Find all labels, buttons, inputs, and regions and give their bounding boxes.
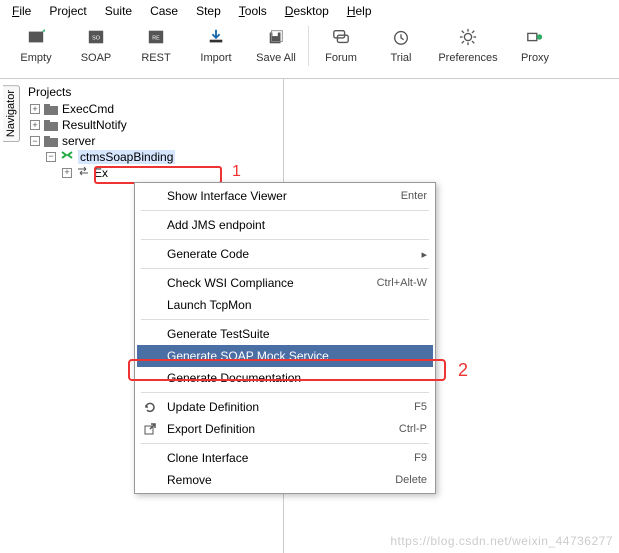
toolbar-label: Preferences: [438, 52, 497, 64]
menu-project[interactable]: Project: [41, 2, 94, 20]
submenu-arrow-icon: ▸: [421, 248, 427, 261]
ctx-generate-docs[interactable]: Generate Documentation: [137, 367, 433, 389]
tree-item-server[interactable]: − server − ctmsSoapBinding: [30, 133, 279, 183]
folder-icon: [44, 120, 58, 131]
toolbar-empty-button[interactable]: Empty: [6, 24, 66, 72]
ctx-generate-code[interactable]: Generate Code ▸: [137, 243, 433, 265]
export-icon: [141, 422, 159, 436]
svg-text:SO: SO: [92, 36, 100, 42]
menu-help[interactable]: Help: [339, 2, 380, 20]
save-icon: [265, 26, 287, 48]
menu-tools[interactable]: Tools: [231, 2, 275, 20]
toolbar-soap-button[interactable]: SO SOAP: [66, 24, 126, 72]
project-tree[interactable]: + ExecCmd + ResultNotify −: [26, 101, 279, 183]
toolbar-label: Save All: [256, 52, 296, 64]
import-icon: [205, 26, 227, 48]
tree-item-binding[interactable]: − ctmsSoapBinding + Ex: [46, 148, 279, 182]
ctx-separator: [141, 319, 429, 320]
toolbar-label: SOAP: [81, 52, 112, 64]
toolbar-preferences-button[interactable]: Preferences: [431, 24, 505, 72]
navigator-tab[interactable]: Navigator: [3, 85, 20, 142]
toolbar-trial-button[interactable]: Trial: [371, 24, 431, 72]
side-tab: Navigator: [0, 79, 22, 553]
toolbar-label: Import: [200, 52, 231, 64]
ctx-separator: [141, 392, 429, 393]
ctx-check-wsi[interactable]: Check WSI Compliance Ctrl+Alt-W: [137, 272, 433, 294]
toolbar: Empty SO SOAP RE REST Import Save All Fo…: [0, 22, 619, 79]
svg-text:RE: RE: [152, 36, 160, 42]
toolbar-rest-button[interactable]: RE REST: [126, 24, 186, 72]
ctx-show-interface-viewer[interactable]: Show Interface Viewer Enter: [137, 185, 433, 207]
tree-item-execcmd[interactable]: + ExecCmd: [30, 101, 279, 117]
tree-label: ExecCmd: [62, 102, 114, 116]
rest-icon: RE: [145, 26, 167, 48]
toolbar-saveall-button[interactable]: Save All: [246, 24, 306, 72]
folder-icon: [44, 104, 58, 115]
ctx-update-definition[interactable]: Update Definition F5: [137, 396, 433, 418]
tree-label: ctmsSoapBinding: [78, 150, 175, 164]
ctx-generate-testsuite[interactable]: Generate TestSuite: [137, 323, 433, 345]
ctx-add-jms-endpoint[interactable]: Add JMS endpoint: [137, 214, 433, 236]
ctx-generate-soap-mock[interactable]: Generate SOAP Mock Service: [137, 345, 433, 367]
menu-file[interactable]: File: [4, 2, 39, 20]
collapse-icon[interactable]: −: [30, 136, 40, 146]
menu-case[interactable]: Case: [142, 2, 186, 20]
expand-icon[interactable]: +: [30, 120, 40, 130]
ctx-separator: [141, 443, 429, 444]
ctx-remove[interactable]: Remove Delete: [137, 469, 433, 491]
toolbar-forum-button[interactable]: Forum: [311, 24, 371, 72]
tree-item-exe[interactable]: + Ex: [62, 164, 279, 181]
tree-label: server: [62, 134, 95, 148]
ctx-clone-interface[interactable]: Clone Interface F9: [137, 447, 433, 469]
projects-title: Projects: [26, 83, 279, 101]
soap-icon: SO: [85, 26, 107, 48]
watermark: https://blog.csdn.net/weixin_44736277: [390, 534, 613, 548]
toolbar-label: Forum: [325, 52, 357, 64]
expand-icon[interactable]: +: [62, 168, 72, 178]
toolbar-separator: [308, 26, 309, 66]
expand-icon[interactable]: +: [30, 104, 40, 114]
operation-icon: [76, 165, 90, 180]
tree-item-resultnotify[interactable]: + ResultNotify: [30, 117, 279, 133]
refresh-icon: [141, 400, 159, 414]
toolbar-label: Empty: [20, 52, 51, 64]
collapse-icon[interactable]: −: [46, 152, 56, 162]
clock-icon: [390, 26, 412, 48]
ctx-separator: [141, 239, 429, 240]
star-icon: [25, 26, 47, 48]
toolbar-label: Proxy: [521, 52, 549, 64]
tree-label: Ex: [94, 166, 108, 180]
folder-icon: [44, 136, 58, 147]
ctx-launch-tcpmon[interactable]: Launch TcpMon: [137, 294, 433, 316]
menu-bar: File Project Suite Case Step Tools Deskt…: [0, 0, 619, 22]
toolbar-label: Trial: [391, 52, 412, 64]
tree-label: ResultNotify: [62, 118, 127, 132]
ctx-separator: [141, 210, 429, 211]
menu-desktop[interactable]: Desktop: [277, 2, 337, 20]
toolbar-import-button[interactable]: Import: [186, 24, 246, 72]
gear-icon: [457, 26, 479, 48]
menu-suite[interactable]: Suite: [97, 2, 140, 20]
toolbar-proxy-button[interactable]: Proxy: [505, 24, 565, 72]
ctx-export-definition[interactable]: Export Definition Ctrl-P: [137, 418, 433, 440]
proxy-icon: [524, 26, 546, 48]
ctx-separator: [141, 268, 429, 269]
forum-icon: [330, 26, 352, 48]
interface-icon: [60, 149, 74, 164]
context-menu: Show Interface Viewer Enter Add JMS endp…: [134, 182, 436, 494]
toolbar-label: REST: [141, 52, 170, 64]
menu-step[interactable]: Step: [188, 2, 229, 20]
